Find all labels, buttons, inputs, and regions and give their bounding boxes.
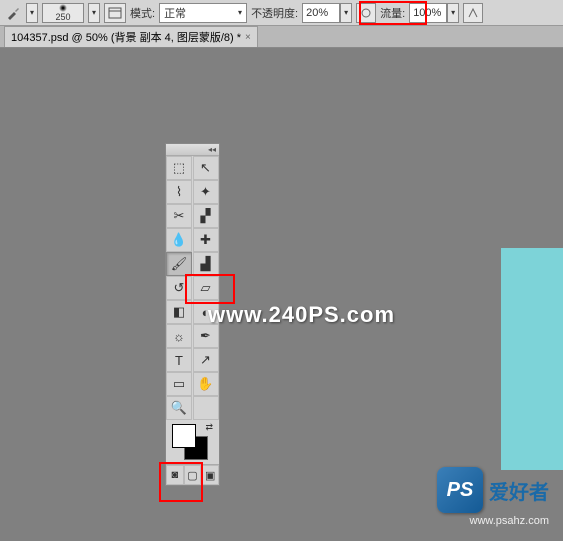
rectangle-tool[interactable]: ▭ <box>166 372 192 396</box>
eyedropper-tool[interactable]: 💧 <box>166 228 192 252</box>
blend-mode-select[interactable]: 正常 ▾ <box>159 3 247 23</box>
airbrush-toggle[interactable] <box>463 3 483 23</box>
marquee-tool[interactable]: ⬚ <box>166 156 192 180</box>
document-tab-title: 104357.psd @ 50% (背景 副本 4, 图层蒙版/8) * <box>11 29 241 45</box>
collapse-icon: ◂◂ <box>208 145 216 154</box>
opacity-input[interactable]: 20% <box>302 3 340 23</box>
brush-size-value: 250 <box>55 12 70 22</box>
healing-brush-tool[interactable]: ✚ <box>193 228 219 252</box>
clone-stamp-tool[interactable]: ▟ <box>193 252 219 276</box>
site-url: www.psahz.com <box>470 515 549 527</box>
document-tab[interactable]: 104357.psd @ 50% (背景 副本 4, 图层蒙版/8) * × <box>4 26 258 47</box>
screen-mode-1[interactable]: ▢ <box>184 465 202 485</box>
blend-mode-value: 正常 <box>164 5 186 21</box>
canvas-document[interactable] <box>501 248 563 470</box>
flow-label: 流量: <box>380 5 405 21</box>
tool-preset-dropdown[interactable]: ▾ <box>26 3 38 23</box>
hand-tool[interactable]: ✋ <box>193 372 219 396</box>
close-icon[interactable]: × <box>245 32 251 43</box>
ps-badge: PS <box>437 467 483 513</box>
tool-empty <box>193 396 219 420</box>
site-logo: PS 爱好者 <box>437 467 549 513</box>
brush-tool[interactable]: 🖌 <box>166 252 192 276</box>
pressure-opacity-toggle[interactable] <box>356 3 376 23</box>
quick-mask-toggle[interactable]: ◙ <box>166 465 184 485</box>
color-swatches: ⇄ <box>166 420 219 464</box>
screen-mode-2[interactable]: ▣ <box>201 465 219 485</box>
brush-panel-toggle[interactable] <box>104 3 126 23</box>
brush-preset-picker[interactable]: 250 <box>42 3 84 23</box>
magic-wand-tool[interactable]: ✦ <box>193 180 219 204</box>
slice-tool[interactable]: ▞ <box>193 204 219 228</box>
dodge-tool[interactable]: ☼ <box>166 324 192 348</box>
move-tool[interactable]: ↖ <box>193 156 219 180</box>
path-selection-tool[interactable]: ↗ <box>193 348 219 372</box>
opacity-dropdown[interactable]: ▾ <box>340 3 352 23</box>
mode-label: 模式: <box>130 5 155 21</box>
history-brush-tool[interactable]: ↺ <box>166 276 192 300</box>
swap-colors-icon[interactable]: ⇄ <box>205 422 213 433</box>
gradient-tool[interactable]: ◧ <box>166 300 192 324</box>
foreground-color-swatch[interactable] <box>172 424 196 448</box>
flow-dropdown[interactable]: ▾ <box>447 3 459 23</box>
tool-preset-icon[interactable] <box>4 4 22 22</box>
document-tabs-bar: 104357.psd @ 50% (背景 副本 4, 图层蒙版/8) * × <box>0 26 563 48</box>
zoom-tool[interactable]: 🔍 <box>166 396 192 420</box>
watermark-text: www.240PS.com <box>208 302 395 328</box>
brush-preset-dropdown[interactable]: ▾ <box>88 3 100 23</box>
opacity-label: 不透明度: <box>251 5 298 21</box>
chevron-down-icon: ▾ <box>238 8 242 17</box>
tools-panel-header[interactable]: ◂◂ <box>166 144 219 156</box>
type-tool[interactable]: T <box>166 348 192 372</box>
canvas-area: ◂◂ ⬚↖⌇✦✂▞💧✚🖌▟↺▱◧◐☼✒T↗▭✋🔍 ⇄ ◙▢▣ www.240PS… <box>0 48 563 541</box>
eraser-tool[interactable]: ▱ <box>193 276 219 300</box>
crop-tool[interactable]: ✂ <box>166 204 192 228</box>
lasso-tool[interactable]: ⌇ <box>166 180 192 204</box>
site-logo-text: 爱好者 <box>489 476 549 505</box>
options-bar: ▾ 250 ▾ 模式: 正常 ▾ 不透明度: 20% ▾ 流量: 100% ▾ <box>0 0 563 26</box>
flow-input[interactable]: 100% <box>409 3 447 23</box>
